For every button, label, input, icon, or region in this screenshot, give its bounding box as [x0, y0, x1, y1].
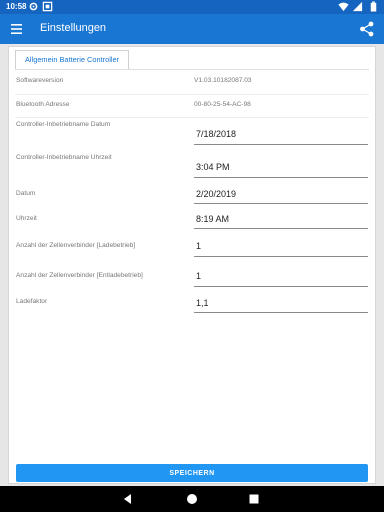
share-icon[interactable] — [358, 20, 376, 38]
charge-factor-label: Ladefaktor — [16, 298, 48, 305]
tab-divider — [15, 69, 369, 70]
battery-icon — [370, 1, 377, 12]
softwareversion-label: Softwareversion — [16, 77, 64, 84]
back-icon[interactable] — [120, 491, 136, 507]
time-field[interactable]: 8:19 AM — [196, 214, 229, 224]
charge-factor-field[interactable]: 1,1 — [196, 298, 209, 308]
date-underline — [194, 203, 368, 204]
tab-allgemein-batterie-controller[interactable]: Allgemein Batterie Controller — [15, 50, 130, 70]
commissioning-date-field[interactable]: 7/18/2018 — [196, 129, 236, 139]
date-label: Datum — [16, 190, 36, 197]
status-time: 10:58 — [6, 2, 27, 11]
bluetooth-address-value: 00-80-25-54-AC-98 — [194, 101, 251, 108]
date-field[interactable]: 2/20/2019 — [196, 189, 236, 199]
time-label: Uhrzeit — [16, 215, 37, 222]
page-title: Einstellungen — [40, 22, 107, 34]
notification-icon — [42, 1, 53, 12]
commissioning-date-underline — [194, 144, 368, 145]
commissioning-time-field[interactable]: 3:04 PM — [196, 162, 230, 172]
status-bar: 10:58 — [0, 0, 384, 14]
row-divider — [15, 117, 369, 118]
navigation-bar — [0, 486, 384, 512]
home-icon[interactable] — [184, 491, 200, 507]
commissioning-time-underline — [194, 177, 368, 178]
cell-connectors-charging-label: Anzahl der Zellenverbinder [Ladebetrieb] — [16, 242, 136, 249]
row-divider — [15, 94, 369, 95]
wifi-icon — [338, 2, 349, 12]
recents-icon[interactable] — [246, 491, 262, 507]
cell-connectors-discharging-underline — [194, 286, 368, 287]
app-bar: Einstellungen — [0, 14, 384, 44]
cell-connectors-discharging-field[interactable]: 1 — [196, 271, 201, 281]
menu-icon[interactable] — [9, 20, 25, 38]
commissioning-date-label: Controller-Inbetriebname Datum — [16, 121, 111, 128]
cell-connectors-charging-underline — [194, 256, 368, 257]
cell-connectors-discharging-label: Anzahl der Zellenverbinder [Entladebetri… — [16, 272, 143, 279]
softwareversion-value: V1.03.10182087.03 — [194, 77, 252, 84]
bluetooth-address-label: Bluetooth Adresse — [16, 101, 70, 108]
settings-card — [8, 46, 376, 484]
save-button[interactable]: SPEICHERN — [16, 464, 368, 482]
charge-factor-underline — [194, 312, 368, 313]
signal-icon — [352, 1, 363, 12]
commissioning-time-label: Controller-Inbetriebname Uhrzeit — [16, 154, 112, 161]
time-underline — [194, 228, 368, 229]
settings-icon — [29, 2, 38, 11]
cell-connectors-charging-field[interactable]: 1 — [196, 241, 201, 251]
